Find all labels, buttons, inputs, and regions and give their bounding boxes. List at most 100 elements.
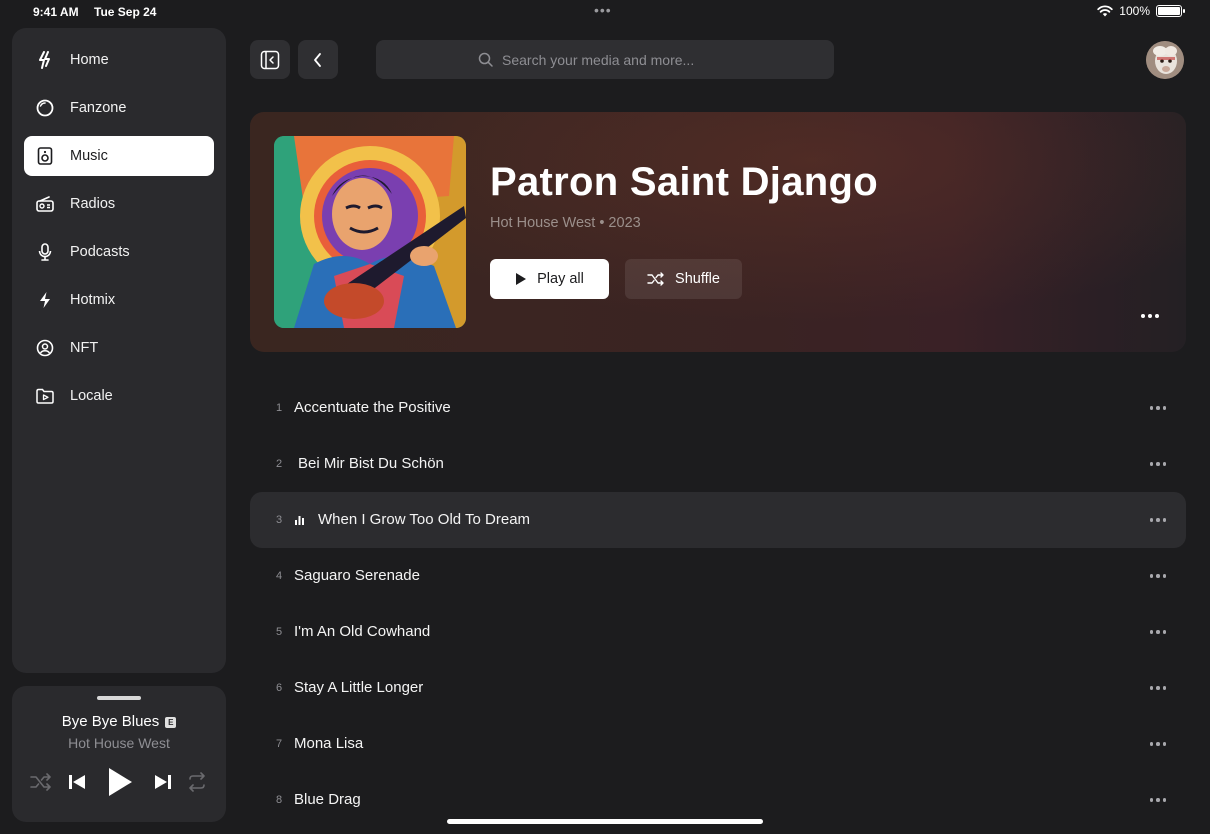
- sidebar-item-podcasts[interactable]: Podcasts: [24, 232, 214, 272]
- repeat-button[interactable]: [184, 766, 210, 798]
- track-number: 1: [275, 402, 283, 414]
- sidebar-item-label: Music: [70, 148, 108, 164]
- track-more-icon[interactable]: [1146, 512, 1170, 528]
- track-row[interactable]: 7 Mona Lisa: [250, 716, 1186, 772]
- microphone-icon: [36, 243, 54, 261]
- play-button[interactable]: [104, 766, 134, 798]
- shuffle-album-button[interactable]: Shuffle: [625, 259, 742, 299]
- album-header: Patron Saint Django Hot House West • 202…: [250, 112, 1186, 352]
- shuffle-button[interactable]: [28, 766, 54, 798]
- chevron-left-icon: [314, 52, 321, 67]
- shuffle-icon: [647, 272, 664, 286]
- sidebar-collapse-icon: [260, 50, 280, 69]
- track-list: 1 Accentuate the Positive 2 Bei Mir Bist…: [250, 380, 1186, 828]
- speaker-icon: [36, 147, 54, 165]
- track-more-icon[interactable]: [1146, 680, 1170, 696]
- track-number: 3: [275, 514, 283, 526]
- battery-icon: [1156, 5, 1185, 17]
- sidebar-item-label: Home: [70, 52, 109, 68]
- sidebar-item-label: NFT: [70, 340, 99, 356]
- sidebar-item-music[interactable]: Music: [24, 136, 214, 176]
- sidebar-item-label: Fanzone: [70, 100, 127, 116]
- next-icon: [155, 775, 171, 789]
- album-art-image: [274, 136, 466, 328]
- status-bar: 9:41 AM Tue Sep 24 ••• 100%: [0, 0, 1210, 26]
- track-row[interactable]: 6 Stay A Little Longer: [250, 660, 1186, 716]
- search-bar[interactable]: [376, 40, 834, 79]
- search-icon: [478, 52, 493, 67]
- equalizer-icon: [295, 516, 304, 525]
- sidebar-item-locale[interactable]: Locale: [24, 376, 214, 416]
- avatar-image: [1146, 41, 1184, 79]
- track-more-icon[interactable]: [1146, 624, 1170, 640]
- wifi-icon: [1097, 5, 1113, 17]
- track-row[interactable]: 5 I'm An Old Cowhand: [250, 604, 1186, 660]
- sidebar-item-nft[interactable]: NFT: [24, 328, 214, 368]
- track-title: Mona Lisa: [294, 735, 364, 752]
- sidebar-item-hotmix[interactable]: Hotmix: [24, 280, 214, 320]
- search-input[interactable]: [502, 51, 732, 68]
- play-all-label: Play all: [537, 271, 584, 287]
- track-number: 6: [275, 682, 283, 694]
- now-playing-artist: Hot House West: [68, 735, 170, 751]
- track-more-icon[interactable]: [1146, 400, 1170, 416]
- sidebar-item-radios[interactable]: Radios: [24, 184, 214, 224]
- next-button[interactable]: [150, 766, 176, 798]
- track-row[interactable]: 2 Bei Mir Bist Du Schön: [250, 436, 1186, 492]
- folder-play-icon: [36, 387, 54, 405]
- sidebar-item-label: Locale: [70, 388, 113, 404]
- sidebar-item-fanzone[interactable]: Fanzone: [24, 88, 214, 128]
- play-all-button[interactable]: Play all: [490, 259, 609, 299]
- shuffle-icon: [30, 773, 51, 791]
- radio-icon: [36, 195, 54, 213]
- album-meta: Hot House West • 2023: [490, 215, 641, 231]
- circle-icon: [36, 99, 54, 117]
- track-more-icon[interactable]: [1146, 456, 1170, 472]
- mini-player[interactable]: Bye Bye Blues E Hot House West: [12, 686, 226, 822]
- sidebar-item-label: Podcasts: [70, 244, 130, 260]
- now-playing-title: Bye Bye Blues: [61, 713, 160, 730]
- track-row[interactable]: 1 Accentuate the Positive: [250, 380, 1186, 436]
- track-title: Saguaro Serenade: [294, 567, 420, 584]
- track-title: When I Grow Too Old To Dream: [318, 511, 531, 528]
- multitasking-dots-icon[interactable]: •••: [594, 2, 612, 18]
- player-controls: [12, 766, 226, 798]
- explicit-badge: E: [165, 717, 177, 728]
- status-right: 100%: [1097, 4, 1185, 18]
- battery-percent: 100%: [1119, 4, 1150, 18]
- track-number: 4: [275, 570, 283, 582]
- track-row[interactable]: 4 Saguaro Serenade: [250, 548, 1186, 604]
- track-title: Accentuate the Positive: [294, 399, 451, 416]
- track-number: 5: [275, 626, 283, 638]
- track-more-icon[interactable]: [1146, 736, 1170, 752]
- previous-button[interactable]: [64, 766, 90, 798]
- play-icon: [109, 768, 132, 796]
- status-date: Tue Sep 24: [94, 5, 157, 19]
- sidebar-item-home[interactable]: Home: [24, 40, 214, 80]
- sidebar-item-label: Hotmix: [70, 292, 116, 308]
- status-time: 9:41 AM: [33, 5, 79, 19]
- album-title: Patron Saint Django: [490, 160, 878, 204]
- back-button[interactable]: [298, 40, 338, 79]
- track-number: 7: [275, 738, 283, 750]
- more-options-icon[interactable]: [1136, 308, 1164, 324]
- avatar[interactable]: [1146, 41, 1184, 79]
- track-title: I'm An Old Cowhand: [294, 623, 431, 640]
- now-playing-title-row: Bye Bye Blues E: [12, 713, 226, 730]
- album-cover: [274, 136, 466, 328]
- drag-handle[interactable]: [97, 696, 141, 700]
- track-title: Stay A Little Longer: [294, 679, 424, 696]
- home-indicator[interactable]: [447, 819, 763, 824]
- sidebar: Home Fanzone Music Radios Podcasts Hotmi…: [12, 28, 226, 673]
- track-title: Blue Drag: [294, 791, 361, 808]
- track-number: 2: [275, 458, 283, 470]
- track-title: Bei Mir Bist Du Schön: [298, 455, 444, 472]
- track-more-icon[interactable]: [1146, 568, 1170, 584]
- bolt-icon: [36, 51, 54, 69]
- sidebar-item-label: Radios: [70, 196, 116, 212]
- lightning-icon: [36, 291, 54, 309]
- shuffle-label: Shuffle: [675, 271, 720, 287]
- track-more-icon[interactable]: [1146, 792, 1170, 808]
- track-row-playing[interactable]: 3 When I Grow Too Old To Dream: [250, 492, 1186, 548]
- toggle-sidebar-button[interactable]: [250, 40, 290, 79]
